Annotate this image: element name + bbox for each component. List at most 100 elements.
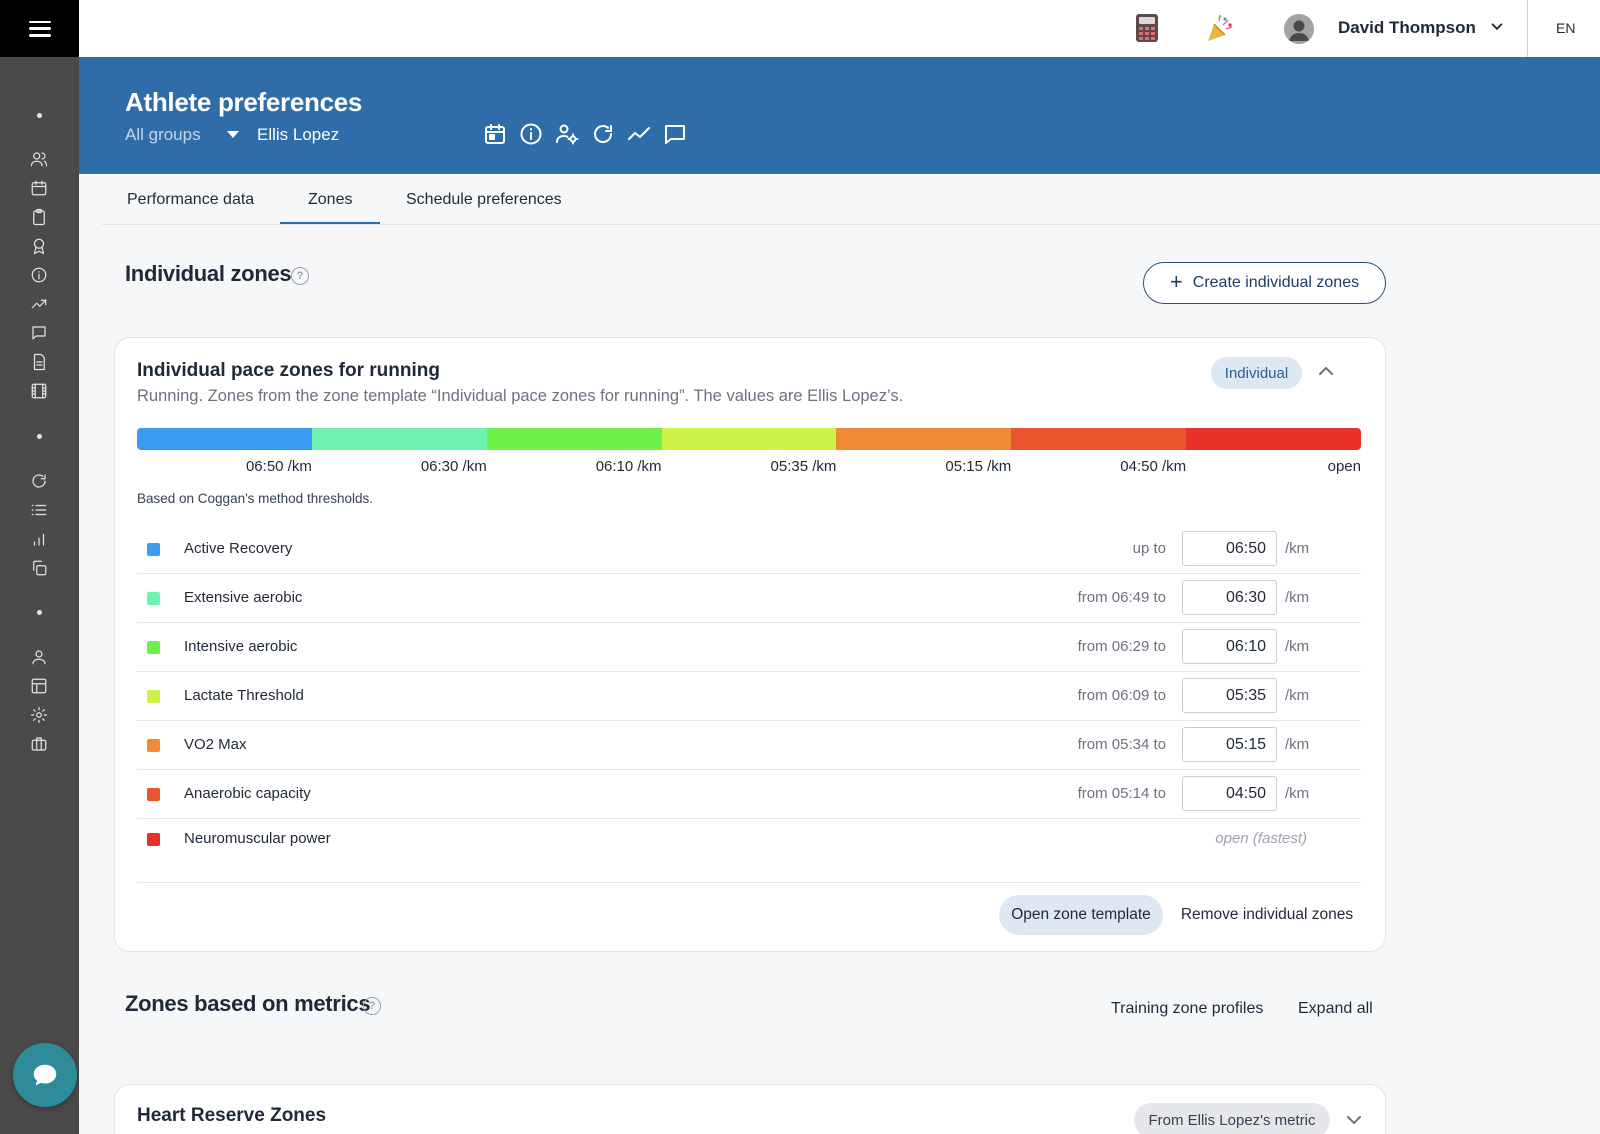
sidebar-separator-dot [37, 113, 42, 118]
calendar-button[interactable] [482, 121, 508, 147]
menu-button[interactable] [0, 0, 79, 57]
chevron-up-icon[interactable] [1316, 361, 1336, 381]
info-button[interactable] [518, 121, 544, 147]
plus-icon: + [1169, 269, 1183, 294]
zone-color-swatch [147, 641, 160, 654]
bar-chart-icon [33, 533, 45, 546]
zone-bar-label: 05:15 /km [945, 458, 1012, 475]
zone-threshold-input[interactable] [1182, 629, 1277, 664]
sidebar-item-athletes[interactable] [27, 147, 51, 171]
tab-zones[interactable]: Zones [308, 191, 352, 209]
sidebar-item-achievements[interactable] [27, 234, 51, 258]
divider [137, 882, 1361, 883]
zone-threshold-input[interactable] [1182, 727, 1277, 762]
chevron-down-icon[interactable] [1344, 1110, 1364, 1130]
user-name[interactable]: David Thompson [1338, 18, 1476, 38]
zone-bar-label: 06:30 /km [420, 458, 487, 475]
remove-individual-zones-button[interactable]: Remove individual zones [1177, 895, 1357, 935]
zone-range-label: from 05:14 to [1077, 785, 1166, 802]
zone-unit: /km [1285, 638, 1310, 655]
calculator-icon[interactable] [1135, 13, 1159, 43]
zone-threshold-input[interactable] [1182, 678, 1277, 713]
tab-performance-data[interactable]: Performance data [127, 191, 254, 209]
sidebar-item-profile[interactable] [27, 645, 51, 669]
zone-bar-label: 06:50 /km [245, 458, 312, 475]
card-subtitle: Running. Zones from the zone template “I… [137, 387, 904, 405]
zone-name: VO2 Max [184, 736, 247, 753]
comment-button[interactable] [662, 121, 688, 147]
zone-row: Neuromuscular power open (fastest) [137, 818, 1361, 862]
sidebar-item-list[interactable] [27, 498, 51, 522]
trend-icon [628, 127, 650, 140]
sidebar-separator-dot [37, 434, 42, 439]
zone-threshold-input[interactable] [1182, 531, 1277, 566]
zone-open-label: open (fastest) [1215, 830, 1307, 847]
film-icon [31, 383, 47, 399]
help-icon[interactable]: ? [291, 267, 309, 285]
zone-threshold-input[interactable] [1182, 776, 1277, 811]
zone-bar-segment [1011, 428, 1187, 450]
clipboard-icon [33, 208, 45, 226]
zone-name: Active Recovery [184, 540, 293, 557]
sidebar-item-copy[interactable] [27, 556, 51, 580]
info-icon [520, 123, 542, 145]
card-title: Heart Reserve Zones [137, 1105, 327, 1126]
zone-unit: /km [1285, 736, 1310, 753]
zone-unit: /km [1285, 589, 1310, 606]
party-popper-icon[interactable] [1205, 13, 1235, 43]
list-icon [31, 504, 47, 516]
tab-schedule-preferences[interactable]: Schedule preferences [406, 191, 562, 209]
create-individual-zones-button[interactable]: + Create individual zones [1143, 262, 1386, 304]
language-selector[interactable]: EN [1556, 20, 1575, 36]
chat-support-button[interactable] [13, 1043, 77, 1107]
avatar[interactable] [1284, 14, 1314, 44]
zone-threshold-input[interactable] [1182, 580, 1277, 615]
heart-reserve-zones-card[interactable]: Heart Reserve Zones From Ellis Lopez's m… [114, 1084, 1386, 1134]
zone-name: Extensive aerobic [184, 589, 303, 606]
open-zone-template-button[interactable]: Open zone template [999, 895, 1163, 935]
calendar-icon [485, 124, 505, 144]
sidebar-item-business[interactable] [27, 732, 51, 756]
user-settings-button[interactable] [554, 121, 580, 147]
athlete-select[interactable]: Ellis Lopez [257, 125, 339, 145]
sidebar-item-messages[interactable] [27, 321, 51, 345]
refresh-button[interactable] [590, 121, 616, 147]
sidebar-item-reports[interactable] [27, 527, 51, 551]
zone-bar-segment [836, 428, 1012, 450]
tab-bar: Performance data Zones Schedule preferen… [102, 174, 1600, 225]
sidebar-item-documents[interactable] [27, 350, 51, 374]
header-toolbar [482, 121, 688, 147]
sidebar-item-calendar[interactable] [27, 176, 51, 200]
create-individual-zones-label: Create individual zones [1192, 274, 1360, 291]
sidebar-item-trends[interactable] [27, 292, 51, 316]
sidebar-item-sync[interactable] [27, 469, 51, 493]
trending-up-icon [31, 299, 47, 309]
sidebar-item-videos[interactable] [27, 379, 51, 403]
layout-icon [31, 678, 47, 694]
training-zone-profiles-link[interactable]: Training zone profiles [1111, 1000, 1263, 1018]
trend-button[interactable] [626, 121, 652, 147]
zone-color-swatch [147, 739, 160, 752]
group-select[interactable]: All groups [125, 125, 201, 145]
individual-zones-title: Individual zones [125, 261, 292, 286]
user-settings-icon [556, 124, 579, 145]
metric-source-badge: From Ellis Lopez's metric [1134, 1103, 1330, 1134]
sidebar-item-info[interactable] [27, 263, 51, 287]
top-bar: David Thompson EN [79, 0, 1600, 57]
page-header: Athlete preferences All groups Ellis Lop… [79, 57, 1600, 174]
help-icon[interactable]: ? [363, 997, 381, 1015]
chevron-down-icon[interactable] [1488, 18, 1506, 36]
sidebar-item-settings[interactable] [27, 703, 51, 727]
zone-bar-label: open [1327, 458, 1361, 475]
sidebar-item-clipboard[interactable] [27, 205, 51, 229]
zone-row: Lactate Threshold from 06:09 to/km [137, 671, 1361, 721]
expand-all-link[interactable]: Expand all [1298, 1000, 1373, 1018]
caret-down-icon[interactable] [227, 131, 239, 138]
zone-range-label: from 06:49 to [1077, 589, 1166, 606]
zone-name: Neuromuscular power [184, 830, 331, 847]
sidebar-item-layout[interactable] [27, 674, 51, 698]
info-icon [31, 267, 47, 283]
zone-unit: /km [1285, 687, 1310, 704]
zone-color-swatch [147, 592, 160, 605]
zone-range-label: from 06:29 to [1077, 638, 1166, 655]
